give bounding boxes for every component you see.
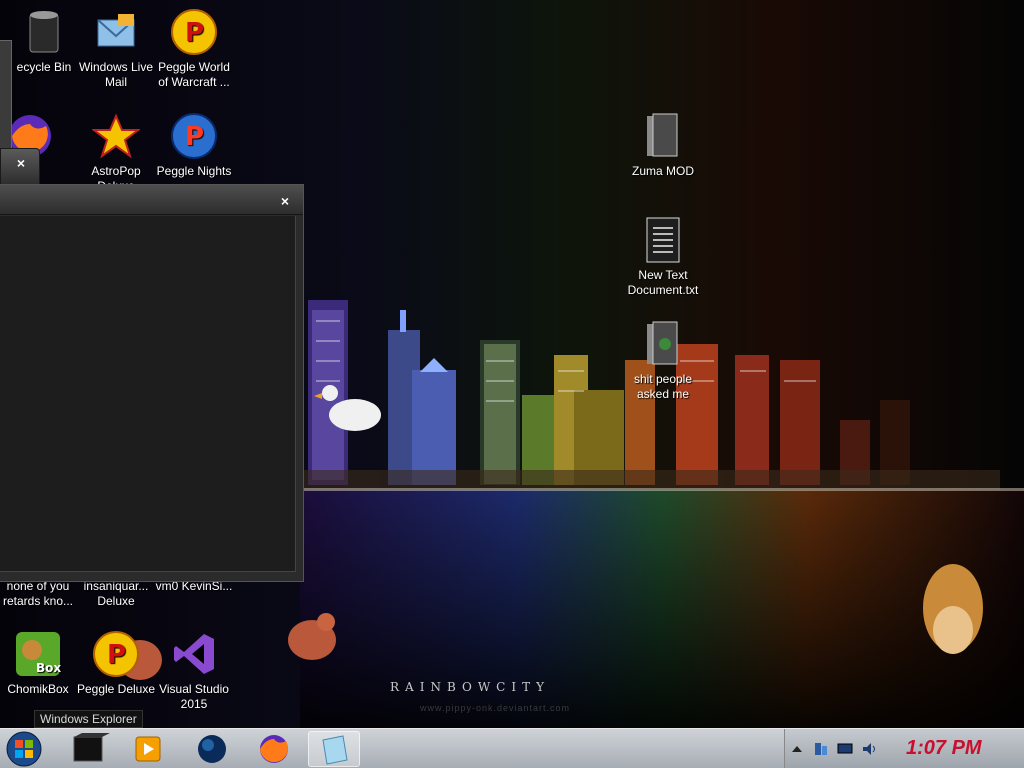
desktop-icon-windows-live-mail[interactable]: Windows Live Mail (74, 8, 158, 90)
peggle-icon: P (92, 630, 140, 678)
taskbar (0, 728, 1024, 768)
desktop-icon-peggle-wow[interactable]: P Peggle World of Warcraft ... (152, 8, 236, 90)
desktop-icon-new-text-document[interactable]: New Text Document.txt (621, 216, 705, 298)
desktop-icon-label: Peggle Nights (156, 164, 232, 178)
folder-icon (639, 320, 687, 368)
desktop-icon-label: Windows Live Mail (78, 60, 154, 89)
taskbar-item-notepad[interactable] (308, 731, 360, 767)
desktop-icon-zuma-mod[interactable]: Zuma MOD (621, 112, 705, 179)
recycle-bin-icon (20, 8, 68, 56)
taskbar-item-terminal[interactable] (62, 731, 114, 767)
desktop-icon-label: New Text Document.txt (627, 268, 699, 297)
window-content (0, 216, 296, 572)
desktop-icon-label: ChomikBox (7, 682, 69, 696)
wallpaper-caption: RAINBOWCITY (390, 680, 551, 694)
svg-text:P: P (185, 122, 204, 152)
desktop-icon-astropop[interactable]: AstroPop Deluxe (74, 112, 158, 194)
desktop-icon-chomikbox[interactable]: Box ChomikBox (0, 630, 80, 697)
desktop-icon-label: Visual Studio 2015 (159, 682, 229, 711)
close-icon[interactable]: × (17, 155, 25, 171)
desktop-icon-none-of-you[interactable]: none of you retards kno... (0, 579, 80, 609)
svg-text:P: P (107, 640, 126, 670)
system-tray (784, 729, 1024, 768)
clock[interactable]: 1:07 PM (906, 737, 982, 760)
taskbar-tooltip: Windows Explorer (34, 710, 143, 728)
desktop-icon-insaniquarium[interactable]: insaniquar... Deluxe (74, 579, 158, 609)
taskbar-item-firefox[interactable] (248, 731, 300, 767)
volume-icon[interactable] (861, 741, 877, 757)
wallpaper-url: www.pippy-onk.deviantart.com (420, 703, 571, 713)
astropop-icon (91, 112, 141, 160)
svg-text:Box: Box (36, 661, 61, 675)
display-icon[interactable] (837, 741, 853, 757)
chomikbox-icon: Box (14, 630, 62, 678)
folder-icon (639, 112, 687, 160)
peggle-icon: P (170, 8, 218, 56)
visual-studio-icon (170, 630, 218, 678)
background-window[interactable]: × (0, 148, 40, 188)
desktop-icon-label: Zuma MOD (631, 164, 694, 178)
start-button[interactable] (4, 730, 50, 768)
explorer-window[interactable]: × (0, 184, 304, 582)
svg-text:P: P (185, 18, 204, 48)
show-hidden-icons-icon[interactable] (789, 741, 805, 757)
desktop-icon-label: Peggle Deluxe (76, 682, 156, 696)
windows-logo-icon (6, 731, 42, 767)
globe-icon (198, 735, 226, 763)
network-icon[interactable] (813, 741, 829, 757)
desktop-icon-label: none of you retards kno... (2, 579, 74, 608)
firefox-icon (260, 735, 288, 763)
desktop-icon-shit-people-asked-me[interactable]: shit people asked me (621, 320, 705, 402)
desktop-icon-peggle-nights[interactable]: P Peggle Nights (152, 112, 236, 179)
close-icon[interactable]: × (281, 193, 289, 209)
text-document-icon (639, 216, 687, 264)
terminal-icon (73, 733, 110, 762)
peggle-nights-icon: P (170, 112, 218, 160)
taskbar-item-globe[interactable] (186, 731, 238, 767)
desktop-icon-label: shit people asked me (633, 372, 693, 401)
window-edge (0, 40, 12, 152)
desktop-icon-visual-studio[interactable]: Visual Studio 2015 (152, 630, 236, 712)
desktop-icon-label: insaniquar... Deluxe (83, 579, 149, 608)
media-player-icon (135, 736, 161, 762)
taskbar-item-media-player[interactable] (122, 731, 174, 767)
desktop-icon-label: Peggle World of Warcraft ... (158, 60, 230, 89)
desktop-icon-peggle-deluxe[interactable]: P Peggle Deluxe (74, 630, 158, 697)
notepad-icon (322, 735, 348, 765)
envelope-icon (92, 8, 140, 56)
window-titlebar[interactable]: × (0, 185, 303, 215)
